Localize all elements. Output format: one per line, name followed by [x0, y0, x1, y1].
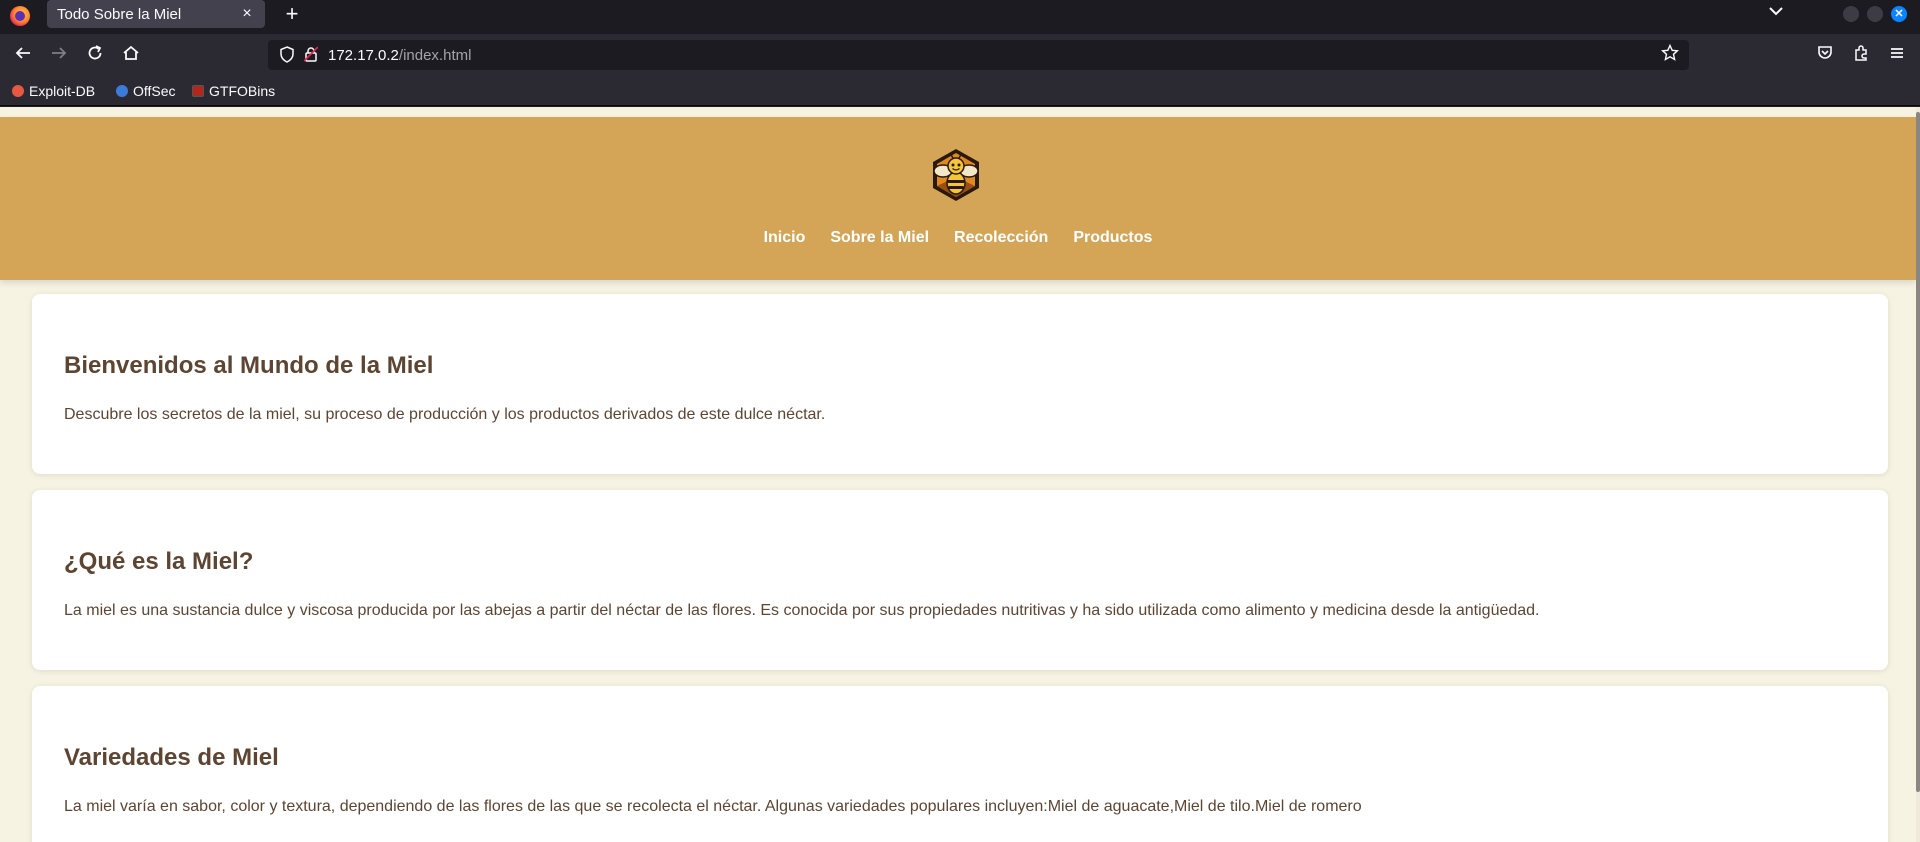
url-path: /index.html — [398, 47, 472, 64]
maximize-window-button[interactable] — [1867, 6, 1883, 22]
bookmark-label: GTFOBins — [209, 83, 276, 99]
url-text[interactable]: 172.17.0.2/index.html — [328, 47, 471, 64]
bookmark-exploit-db[interactable]: Exploit-DB — [12, 82, 95, 100]
section-text: La miel varía en sabor, color y textura,… — [64, 798, 1362, 815]
section-text: La miel es una sustancia dulce y viscosa… — [64, 602, 1540, 619]
new-tab-button[interactable]: + — [280, 2, 304, 26]
close-tab-icon[interactable]: × — [239, 5, 255, 23]
bookmark-label: Exploit-DB — [29, 83, 96, 99]
minimize-window-button[interactable] — [1843, 6, 1859, 22]
lock-icon[interactable] — [303, 46, 319, 65]
back-icon[interactable] — [12, 44, 34, 66]
menu-icon[interactable] — [1886, 44, 1908, 66]
bookmark-label: OffSec — [133, 83, 176, 99]
pocket-icon[interactable] — [1814, 44, 1836, 66]
tab-bar: Todo Sobre la Miel × + ✕ — [0, 0, 1920, 34]
section-title: Bienvenidos al Mundo de la Miel — [64, 352, 434, 379]
exploit-db-icon — [12, 85, 24, 97]
forward-icon[interactable] — [48, 44, 70, 66]
section-text: Descubre los secretos de la miel, su pro… — [64, 406, 826, 423]
reload-icon[interactable] — [84, 44, 106, 66]
extensions-icon[interactable] — [1850, 44, 1872, 66]
star-icon[interactable] — [1660, 43, 1680, 67]
firefox-icon[interactable] — [10, 6, 30, 26]
nav-link-inicio[interactable]: Inicio — [764, 229, 806, 247]
nav-link-sobre-la-miel[interactable]: Sobre la Miel — [830, 229, 929, 247]
section-honey-varieties: Variedades de Miel La miel varía en sabo… — [32, 686, 1888, 842]
gtfobins-icon — [192, 85, 204, 97]
url-bar[interactable]: 172.17.0.2/index.html — [268, 40, 1689, 70]
url-host: 172.17.0.2 — [328, 47, 399, 64]
page-scrollbar[interactable] — [1916, 107, 1920, 842]
bookmarks-toolbar: Exploit-DB OffSec GTFOBins — [0, 76, 1920, 106]
tab-title: Todo Sobre la Miel — [57, 5, 182, 23]
home-icon[interactable] — [120, 44, 142, 66]
scrollbar-thumb[interactable] — [1916, 112, 1920, 792]
section-what-is-honey: ¿Qué es la Miel? La miel es una sustanci… — [32, 490, 1888, 670]
navigation-toolbar: 172.17.0.2/index.html — [0, 34, 1920, 76]
list-all-tabs-icon[interactable] — [1768, 4, 1784, 20]
active-tab[interactable]: Todo Sobre la Miel × — [47, 0, 265, 28]
close-window-button[interactable]: ✕ — [1891, 6, 1907, 22]
section-title: Variedades de Miel — [64, 744, 279, 771]
site-nav: Inicio Sobre la Miel Recolección Product… — [0, 229, 1916, 247]
section-title: ¿Qué es la Miel? — [64, 548, 254, 575]
shield-icon[interactable] — [279, 46, 295, 67]
offsec-icon — [116, 85, 128, 97]
bee-logo-icon — [933, 149, 979, 201]
nav-link-recoleccion[interactable]: Recolección — [954, 229, 1048, 247]
bookmark-gtfobins[interactable]: GTFOBins — [192, 82, 275, 100]
section-welcome: Bienvenidos al Mundo de la Miel Descubre… — [32, 294, 1888, 474]
page-viewport: Inicio Sobre la Miel Recolección Product… — [0, 107, 1920, 842]
nav-link-productos[interactable]: Productos — [1073, 229, 1152, 247]
bookmark-offsec[interactable]: OffSec — [116, 82, 176, 100]
site-header: Inicio Sobre la Miel Recolección Product… — [0, 117, 1916, 280]
